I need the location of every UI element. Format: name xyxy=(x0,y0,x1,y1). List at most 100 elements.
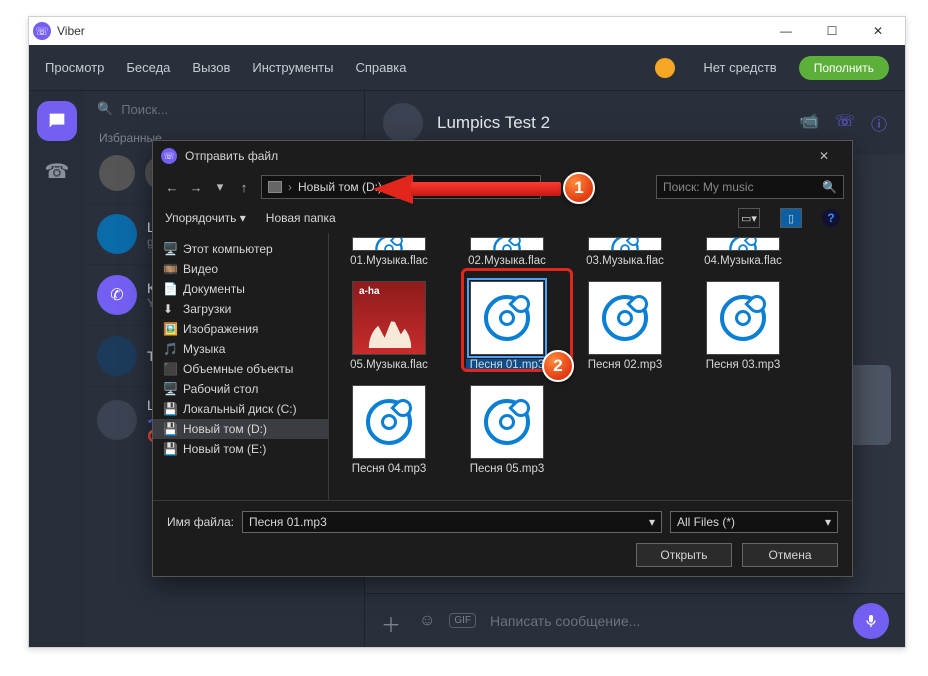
file-label: Песня 02.mp3 xyxy=(588,359,663,371)
tree-item-label: Локальный диск (C:) xyxy=(183,402,297,416)
chat-info-icon[interactable]: ⓘ xyxy=(871,111,887,135)
file-label: 03.Музыка.flac xyxy=(586,255,664,267)
file-item[interactable]: Песня 03.mp3 xyxy=(693,281,793,371)
tree-item[interactable]: 🖼️Изображения xyxy=(153,319,328,339)
filename-label: Имя файла: xyxy=(167,515,234,529)
chat-header-title: Lumpics Test 2 xyxy=(437,113,550,133)
file-item[interactable]: 04.Музыка.flac xyxy=(693,237,793,267)
menu-view[interactable]: Просмотр xyxy=(45,60,104,75)
emoji-button[interactable]: ☺ xyxy=(419,612,435,630)
address-bar[interactable]: › Новый том (D:) › My music › xyxy=(261,175,541,199)
audio-file-icon xyxy=(470,237,544,251)
file-item[interactable]: Песня 04.mp3 xyxy=(339,385,439,475)
file-item[interactable]: 01.Музыка.flac xyxy=(339,237,439,267)
dialog-search-input[interactable]: Поиск: My music 🔍 xyxy=(656,175,844,199)
menu-tools[interactable]: Инструменты xyxy=(252,60,333,75)
file-label: Песня 05.mp3 xyxy=(470,463,545,475)
breadcrumb-folder[interactable]: My music xyxy=(398,180,449,194)
maximize-button[interactable]: ☐ xyxy=(809,17,855,45)
audio-file-icon xyxy=(352,237,426,251)
audio-file-icon xyxy=(470,385,544,459)
drive-icon: 💾 xyxy=(163,422,177,436)
chat-avatar-icon xyxy=(97,214,137,254)
tree-item-label: Документы xyxy=(183,282,245,296)
topup-button[interactable]: Пополнить xyxy=(799,56,889,80)
search-placeholder: Поиск: My music xyxy=(663,180,754,194)
file-grid[interactable]: 01.Музыка.flac 02.Музыка.flac 03.Музыка.fl… xyxy=(329,233,852,500)
tree-item-label: Музыка xyxy=(183,342,225,356)
file-filter-select[interactable]: All Files (*)▾ xyxy=(670,511,838,533)
preview-pane-button[interactable]: ▯ xyxy=(780,208,802,228)
file-label: Песня 01.mp3 xyxy=(466,359,549,371)
message-input[interactable]: Написать сообщение... xyxy=(490,613,839,629)
tree-item[interactable]: 🖥️Рабочий стол xyxy=(153,379,328,399)
audio-file-icon xyxy=(588,237,662,251)
folder-tree[interactable]: 🖥️Этот компьютер🎞️Видео📄Документы⬇Загруз… xyxy=(153,233,329,500)
new-folder-button[interactable]: Новая папка xyxy=(266,211,336,225)
favorite-contact[interactable] xyxy=(99,155,135,191)
file-label: 01.Музыка.flac xyxy=(350,255,428,267)
file-item[interactable]: 02.Музыка.flac xyxy=(457,237,557,267)
tree-item-label: Новый том (E:) xyxy=(183,442,266,456)
audio-file-icon xyxy=(470,281,544,355)
chat-header-avatar-icon[interactable] xyxy=(383,103,423,143)
voice-message-button[interactable] xyxy=(853,603,889,639)
file-open-dialog: ☏ Отправить файл ✕ ← → ▾ ↑ › Новый том (… xyxy=(152,140,853,577)
dialog-app-icon: ☏ xyxy=(161,148,177,164)
tree-item[interactable]: 🖥️Этот компьютер xyxy=(153,239,328,259)
attach-button[interactable]: ＋ xyxy=(381,609,405,633)
file-item[interactable]: Песня 05.mp3 xyxy=(457,385,557,475)
tree-item-label: Видео xyxy=(183,262,218,276)
breadcrumb-drive[interactable]: Новый том (D:) xyxy=(298,180,382,194)
cancel-button[interactable]: Отмена xyxy=(742,543,838,567)
organize-menu[interactable]: Упорядочить ▾ xyxy=(165,211,246,225)
voice-call-icon[interactable]: ☏ xyxy=(835,111,855,135)
viber-menubar: Просмотр Беседа Вызов Инструменты Справк… xyxy=(29,45,905,91)
chats-icon[interactable] xyxy=(37,101,77,141)
file-item[interactable]: 05.Музыка.flac xyxy=(339,281,439,371)
nav-forward-icon[interactable]: → xyxy=(185,176,207,198)
file-label: Песня 04.mp3 xyxy=(352,463,427,475)
nav-up-icon[interactable]: ↑ xyxy=(233,176,255,198)
help-icon[interactable]: ? xyxy=(822,209,840,227)
tree-item-label: Этот компьютер xyxy=(183,242,273,256)
filename-input[interactable]: Песня 01.mp3▾ xyxy=(242,511,662,533)
tree-item[interactable]: 💾Локальный диск (C:) xyxy=(153,399,328,419)
file-item[interactable]: Песня 01.mp3 xyxy=(457,281,557,371)
close-button[interactable]: ✕ xyxy=(855,17,901,45)
tree-item[interactable]: 🎵 Музыка xyxy=(153,339,328,359)
docs-icon: 📄 xyxy=(163,282,177,296)
dialog-title: Отправить файл xyxy=(185,149,278,163)
gif-button[interactable]: GIF xyxy=(449,613,476,628)
open-button[interactable]: Открыть xyxy=(636,543,732,567)
nav-back-icon[interactable]: ← xyxy=(161,176,183,198)
desk-icon: 🖥️ xyxy=(163,382,177,396)
tree-item[interactable]: 🎞️Видео xyxy=(153,259,328,279)
balance-avatar-icon xyxy=(655,58,675,78)
view-mode-button[interactable]: ▭▾ xyxy=(738,208,760,228)
menu-call[interactable]: Вызов xyxy=(192,60,230,75)
drive-icon: 💾 xyxy=(163,442,177,456)
music-icon: 🎵 xyxy=(163,342,177,356)
calls-icon[interactable]: ☎ xyxy=(45,159,70,184)
audio-file-icon xyxy=(706,237,780,251)
viber-title: Viber xyxy=(57,24,85,38)
menu-help[interactable]: Справка xyxy=(355,60,406,75)
tree-item[interactable]: 💾Новый том (D:) xyxy=(153,419,328,439)
tree-item[interactable]: ⬛Объемные объекты xyxy=(153,359,328,379)
down-icon: ⬇ xyxy=(163,302,177,316)
tree-item[interactable]: 💾 Новый том (E:) xyxy=(153,439,328,459)
nav-recent-icon[interactable]: ▾ xyxy=(209,176,231,198)
file-item[interactable]: 03.Музыка.flac xyxy=(575,237,675,267)
chat-avatar-icon xyxy=(97,400,137,440)
viber-titlebar: Viber — ☐ ✕ xyxy=(29,17,905,45)
video-call-icon[interactable]: 📹 xyxy=(799,111,819,135)
search-input[interactable]: 🔍 Поиск... xyxy=(85,91,364,127)
file-item[interactable]: Песня 02.mp3 xyxy=(575,281,675,371)
dialog-close-button[interactable]: ✕ xyxy=(804,149,844,163)
minimize-button[interactable]: — xyxy=(763,17,809,45)
search-icon: 🔍 xyxy=(822,180,837,194)
tree-item[interactable]: ⬇Загрузки xyxy=(153,299,328,319)
menu-chat[interactable]: Беседа xyxy=(126,60,170,75)
tree-item[interactable]: 📄 Документы xyxy=(153,279,328,299)
